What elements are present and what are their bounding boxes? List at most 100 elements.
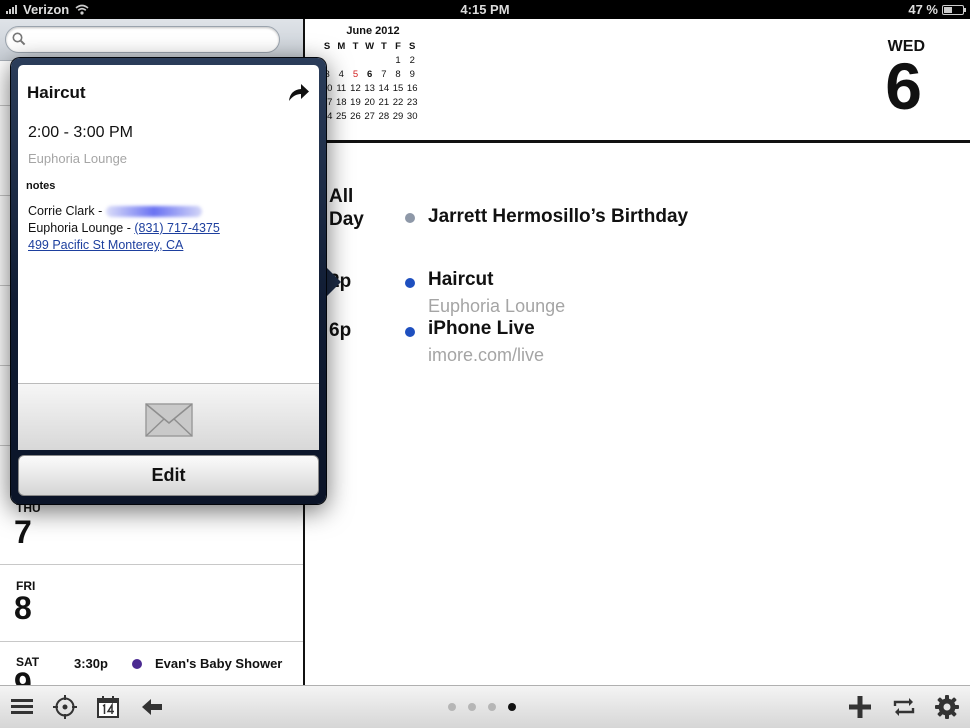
mini-calendar-day[interactable]: 12 <box>348 83 362 95</box>
day-number: 8 <box>14 590 32 626</box>
mini-calendar-weekday: S <box>323 41 331 52</box>
mini-calendar-day[interactable]: 11 <box>334 83 348 95</box>
popover-action-bar <box>18 383 319 450</box>
mini-calendar-weekday: F <box>395 41 401 52</box>
address-link[interactable]: 499 Pacific St Monterey, CA <box>28 238 183 252</box>
page-dot[interactable] <box>448 703 456 711</box>
mini-calendar-day[interactable]: 30 <box>405 111 419 123</box>
day-row-fri[interactable]: FRI 8 <box>0 565 303 642</box>
mini-calendar-day[interactable]: 19 <box>348 97 362 109</box>
crosshair-icon <box>53 695 77 719</box>
page-indicator[interactable] <box>448 703 516 711</box>
event-color-dot <box>405 213 415 223</box>
mini-calendar-grid[interactable]: S M T W T F S 1 2 3 4 5 6 7 8 9 10 11 12 13 14 15 16 17 18 19 20 21… <box>320 41 420 123</box>
page-dot[interactable] <box>468 703 476 711</box>
mini-calendar-day[interactable]: 26 <box>348 111 362 123</box>
mini-calendar-day[interactable]: 5 <box>348 69 362 81</box>
mini-calendar-day[interactable]: 22 <box>391 97 405 109</box>
mini-calendar-weekday: M <box>337 41 346 52</box>
event-title-birthday[interactable]: Jarrett Hermosillo’s Birthday <box>428 206 688 228</box>
mini-calendar-day[interactable]: 14 <box>377 83 391 95</box>
list-menu-button[interactable] <box>9 694 35 720</box>
popover-location: Euphoria Lounge <box>28 151 128 166</box>
mini-calendar-day[interactable]: 4 <box>334 69 348 81</box>
edit-button[interactable]: Edit <box>18 455 319 496</box>
calendar-icon <box>97 696 119 718</box>
mini-calendar-blank <box>363 55 377 67</box>
mail-envelope-icon[interactable] <box>145 403 193 437</box>
mini-calendar-weekday: W <box>365 41 375 52</box>
battery-percent: 47 % <box>908 2 938 17</box>
mini-calendar-day[interactable]: 1 <box>391 55 405 67</box>
event-color-dot <box>405 327 415 337</box>
repeat-icon <box>893 698 915 716</box>
mini-calendar-blank <box>377 55 391 67</box>
locate-today-button[interactable] <box>52 694 78 720</box>
mini-calendar-day[interactable]: 25 <box>334 111 348 123</box>
redacted-email <box>105 206 202 218</box>
mini-calendar-title: June 2012 <box>346 25 400 37</box>
event-title-haircut[interactable]: Haircut <box>428 269 493 291</box>
settings-button[interactable] <box>934 694 960 720</box>
mini-calendar-day[interactable]: 21 <box>377 97 391 109</box>
mini-calendar-day[interactable]: 16 <box>405 83 419 95</box>
battery-indicator: 47 % <box>908 2 966 17</box>
day-header-date: 6 <box>885 49 922 123</box>
mini-calendar-blank <box>348 55 362 67</box>
status-time: 4:15 PM <box>460 2 510 17</box>
all-day-label: All Day <box>329 186 364 230</box>
event-title[interactable]: Evan's Baby Shower <box>155 656 282 671</box>
event-color-dot <box>132 659 142 669</box>
mini-calendar-weekday: T <box>352 41 359 52</box>
mini-calendar-weekday: T <box>380 41 387 52</box>
day-view-pane: June 2012 S M T W T F S 1 2 3 4 5 6 7 8 9 10 11 12 13 14 15 16… <box>305 19 970 685</box>
search-input[interactable] <box>5 26 280 53</box>
event-detail-popover: Haircut 2:00 - 3:00 PM Euphoria Lounge n… <box>11 58 326 504</box>
back-button[interactable] <box>139 694 165 720</box>
mini-calendar-day[interactable]: 28 <box>377 111 391 123</box>
bottom-toolbar <box>0 685 970 728</box>
page-dot[interactable] <box>508 703 516 711</box>
notes-heading: notes <box>26 180 56 192</box>
add-event-button[interactable] <box>847 694 873 720</box>
popover-time: 2:00 - 3:00 PM <box>28 124 133 141</box>
mini-calendar[interactable]: June 2012 S M T W T F S 1 2 3 4 5 6 7 8 9 10 11 12 13 14 15 16… <box>320 25 420 123</box>
gear-icon <box>935 695 959 719</box>
notes-text: Corrie Clark - Euphoria Lounge - (831) 7… <box>28 203 220 254</box>
mini-calendar-day[interactable]: 15 <box>391 83 405 95</box>
mini-calendar-blank <box>334 55 348 67</box>
mini-calendar-day[interactable]: 27 <box>363 111 377 123</box>
mini-calendar-day[interactable]: 2 <box>405 55 419 67</box>
mini-calendar-day[interactable]: 7 <box>377 69 391 81</box>
day-number: 7 <box>14 514 32 550</box>
mini-calendar-day[interactable]: 20 <box>363 97 377 109</box>
event-color-dot <box>405 278 415 288</box>
sync-button[interactable] <box>891 694 917 720</box>
mini-calendar-weekday: S <box>409 41 416 52</box>
battery-icon <box>942 4 966 15</box>
event-location: imore.com/live <box>428 345 545 365</box>
page-dot[interactable] <box>488 703 496 711</box>
mini-calendar-day[interactable]: 18 <box>334 97 348 109</box>
mini-calendar-day[interactable]: 8 <box>391 69 405 81</box>
note-place: Euphoria Lounge - <box>28 221 135 235</box>
popover-body: Haircut 2:00 - 3:00 PM Euphoria Lounge n… <box>18 65 319 383</box>
share-arrow-icon[interactable] <box>287 81 311 103</box>
search-bar <box>0 19 303 61</box>
popover-title: Haircut <box>27 83 86 102</box>
calendar-button[interactable] <box>95 694 121 720</box>
mini-calendar-day[interactable]: 23 <box>405 97 419 109</box>
hour-label: 6p <box>329 320 352 341</box>
mini-calendar-day[interactable]: 9 <box>405 69 419 81</box>
header-divider <box>305 140 970 143</box>
list-menu-icon <box>11 699 33 714</box>
mini-calendar-day[interactable]: 6 <box>363 69 377 81</box>
event-time: 3:30p <box>74 656 108 671</box>
event-title-iphone-live[interactable]: iPhone Live <box>428 318 535 340</box>
mini-calendar-day[interactable]: 29 <box>391 111 405 123</box>
mini-calendar-day[interactable]: 13 <box>363 83 377 95</box>
plus-icon <box>849 696 871 718</box>
note-contact: Corrie Clark - <box>28 204 106 218</box>
status-bar: Verizon 4:15 PM 47 % <box>0 0 970 19</box>
phone-link[interactable]: (831) 717-4375 <box>134 221 219 235</box>
